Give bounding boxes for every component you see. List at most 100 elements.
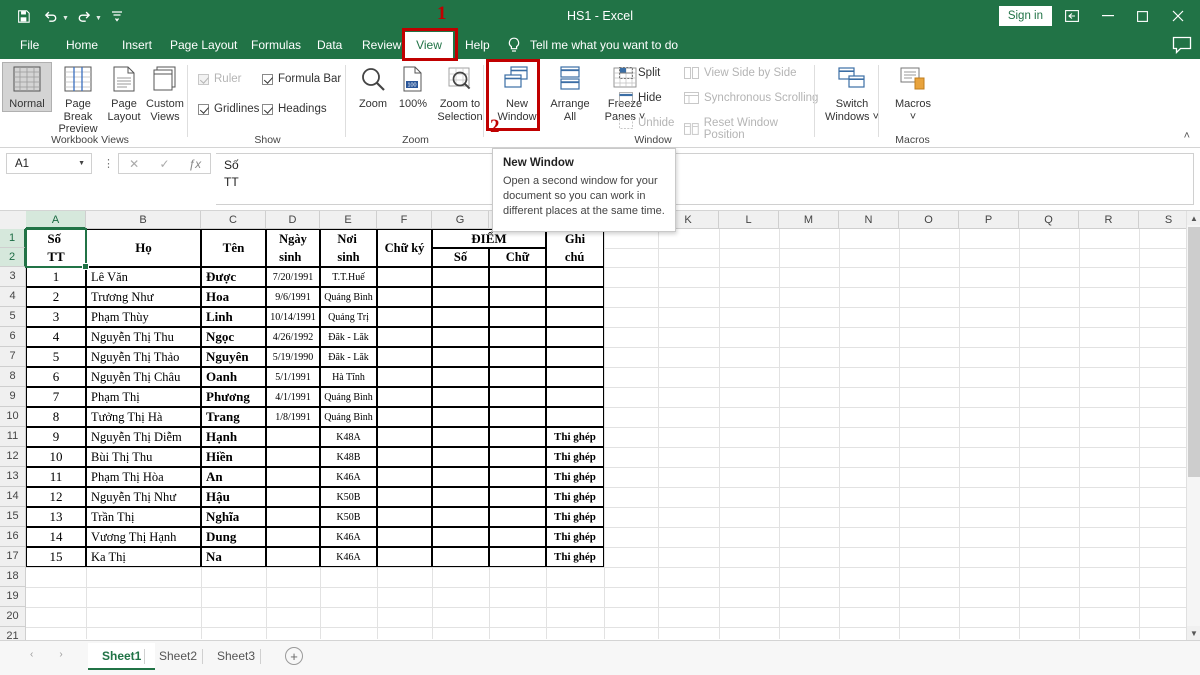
enter-formula-icon[interactable]: ✓: [149, 154, 179, 173]
column-header-P[interactable]: P: [959, 211, 1019, 229]
sign-in-button[interactable]: Sign in: [999, 6, 1052, 26]
cell-diem-chu[interactable]: [489, 487, 546, 507]
cell-ten[interactable]: Ngọc: [201, 327, 266, 347]
cell-chu-ky[interactable]: [377, 547, 432, 567]
cell-ngay-sinh[interactable]: [266, 527, 320, 547]
row-header-17[interactable]: 17: [0, 547, 26, 567]
cell-noi-sinh[interactable]: K46A: [320, 467, 377, 487]
cell-noi-sinh[interactable]: Đăk - Lăk: [320, 347, 377, 367]
tab-insert[interactable]: Insert: [112, 32, 162, 59]
column-header-M[interactable]: M: [779, 211, 839, 229]
cell-diem-so[interactable]: [432, 327, 489, 347]
row-header-11[interactable]: 11: [0, 427, 26, 447]
cell-stt[interactable]: 10: [26, 447, 86, 467]
cell-ho[interactable]: Tưởng Thị Hà: [86, 407, 201, 427]
cell-chu-ky[interactable]: [377, 327, 432, 347]
tab-review[interactable]: Review: [352, 32, 411, 59]
column-header-O[interactable]: O: [899, 211, 959, 229]
column-header-L[interactable]: L: [719, 211, 779, 229]
cell-noi-sinh[interactable]: Đăk - Lăk: [320, 327, 377, 347]
cell-diem-so[interactable]: [432, 527, 489, 547]
cell-ngay-sinh[interactable]: 7/20/1991: [266, 267, 320, 287]
cell-ten[interactable]: Hiền: [201, 447, 266, 467]
row-header-8[interactable]: 8: [0, 367, 26, 387]
cell-ten[interactable]: Hậu: [201, 487, 266, 507]
cell-ho[interactable]: Lê Văn: [86, 267, 201, 287]
row-header-14[interactable]: 14: [0, 487, 26, 507]
cell-noi-sinh[interactable]: K50B: [320, 487, 377, 507]
cell-noi-sinh[interactable]: K48B: [320, 447, 377, 467]
cell-stt[interactable]: 9: [26, 427, 86, 447]
cancel-formula-icon[interactable]: ✕: [119, 154, 149, 173]
macros-button[interactable]: Macros ˅: [885, 63, 941, 123]
cell-diem-chu[interactable]: [489, 267, 546, 287]
column-header-N[interactable]: N: [839, 211, 899, 229]
sheet-nav-prev-icon[interactable]: ‹: [30, 649, 33, 660]
cell-ten[interactable]: An: [201, 467, 266, 487]
cell-ghi-chu[interactable]: Thi ghép: [546, 487, 604, 507]
header-cell-chu-ky[interactable]: Chữ ký: [377, 229, 432, 267]
tab-view[interactable]: View: [405, 32, 453, 59]
cell-ghi-chu[interactable]: [546, 327, 604, 347]
cell-ho[interactable]: Nguyễn Thị Diễm: [86, 427, 201, 447]
cell-stt[interactable]: 3: [26, 307, 86, 327]
cell-stt[interactable]: 6: [26, 367, 86, 387]
cell-stt[interactable]: 2: [26, 287, 86, 307]
column-header-C[interactable]: C: [201, 211, 266, 229]
cell-ngay-sinh[interactable]: [266, 507, 320, 527]
cell-diem-chu[interactable]: [489, 467, 546, 487]
cell-diem-chu[interactable]: [489, 387, 546, 407]
cell-ho[interactable]: Nguyễn Thị Như: [86, 487, 201, 507]
cell-diem-so[interactable]: [432, 427, 489, 447]
cell-ngay-sinh[interactable]: [266, 447, 320, 467]
cell-diem-chu[interactable]: [489, 427, 546, 447]
cell-diem-so[interactable]: [432, 367, 489, 387]
column-header-F[interactable]: F: [377, 211, 432, 229]
header-cell-ngay-sinh[interactable]: Ngày sinh: [266, 229, 320, 267]
cell-ho[interactable]: Phạm Thùy: [86, 307, 201, 327]
cell-ten[interactable]: Dung: [201, 527, 266, 547]
cell-ghi-chu[interactable]: [546, 267, 604, 287]
cell-ghi-chu[interactable]: Thi ghép: [546, 467, 604, 487]
row-header-1[interactable]: 1: [0, 229, 26, 248]
name-box[interactable]: A1 ▼: [6, 153, 92, 174]
column-header-E[interactable]: E: [320, 211, 377, 229]
cell-noi-sinh[interactable]: Quảng Bình: [320, 387, 377, 407]
cell-diem-so[interactable]: [432, 547, 489, 567]
formula-bar-checkbox[interactable]: Formula Bar: [262, 73, 341, 85]
new-window-button[interactable]: New Window: [491, 63, 543, 123]
cell-ten[interactable]: Nguyên: [201, 347, 266, 367]
cell-diem-so[interactable]: [432, 307, 489, 327]
chevron-down-icon[interactable]: ▼: [78, 160, 85, 167]
cell-ho[interactable]: Phạm Thị Hòa: [86, 467, 201, 487]
cell-chu-ky[interactable]: [377, 267, 432, 287]
cell-stt[interactable]: 1: [26, 267, 86, 287]
custom-views-button[interactable]: Custom Views: [143, 63, 187, 123]
header-cell-diem-so[interactable]: Số: [432, 248, 489, 267]
sheet-nav-next-icon[interactable]: ›: [59, 649, 62, 660]
cell-noi-sinh[interactable]: Quảng Trị: [320, 307, 377, 327]
scroll-down-icon[interactable]: ▼: [1187, 626, 1200, 640]
cell-noi-sinh[interactable]: K46A: [320, 527, 377, 547]
row-header-13[interactable]: 13: [0, 467, 26, 487]
column-header-A[interactable]: A: [26, 211, 86, 229]
cell-ten[interactable]: Trang: [201, 407, 266, 427]
cell-diem-chu[interactable]: [489, 347, 546, 367]
cell-ghi-chu[interactable]: Thi ghép: [546, 427, 604, 447]
cell-ghi-chu[interactable]: Thi ghép: [546, 547, 604, 567]
cell-ten[interactable]: Nghĩa: [201, 507, 266, 527]
ribbon-display-options-icon[interactable]: [1052, 0, 1092, 32]
cell-chu-ky[interactable]: [377, 447, 432, 467]
cell-stt[interactable]: 12: [26, 487, 86, 507]
collapse-ribbon-icon[interactable]: ˄: [1184, 130, 1190, 142]
column-header-D[interactable]: D: [266, 211, 320, 229]
cell-chu-ky[interactable]: [377, 507, 432, 527]
cell-ten[interactable]: Linh: [201, 307, 266, 327]
cell-chu-ky[interactable]: [377, 387, 432, 407]
cell-chu-ky[interactable]: [377, 467, 432, 487]
cell-diem-chu[interactable]: [489, 367, 546, 387]
header-cell-noi-sinh[interactable]: Nơi sinh: [320, 229, 377, 267]
cell-noi-sinh[interactable]: K46A: [320, 547, 377, 567]
row-header-10[interactable]: 10: [0, 407, 26, 427]
tab-page-layout[interactable]: Page Layout: [160, 32, 247, 59]
